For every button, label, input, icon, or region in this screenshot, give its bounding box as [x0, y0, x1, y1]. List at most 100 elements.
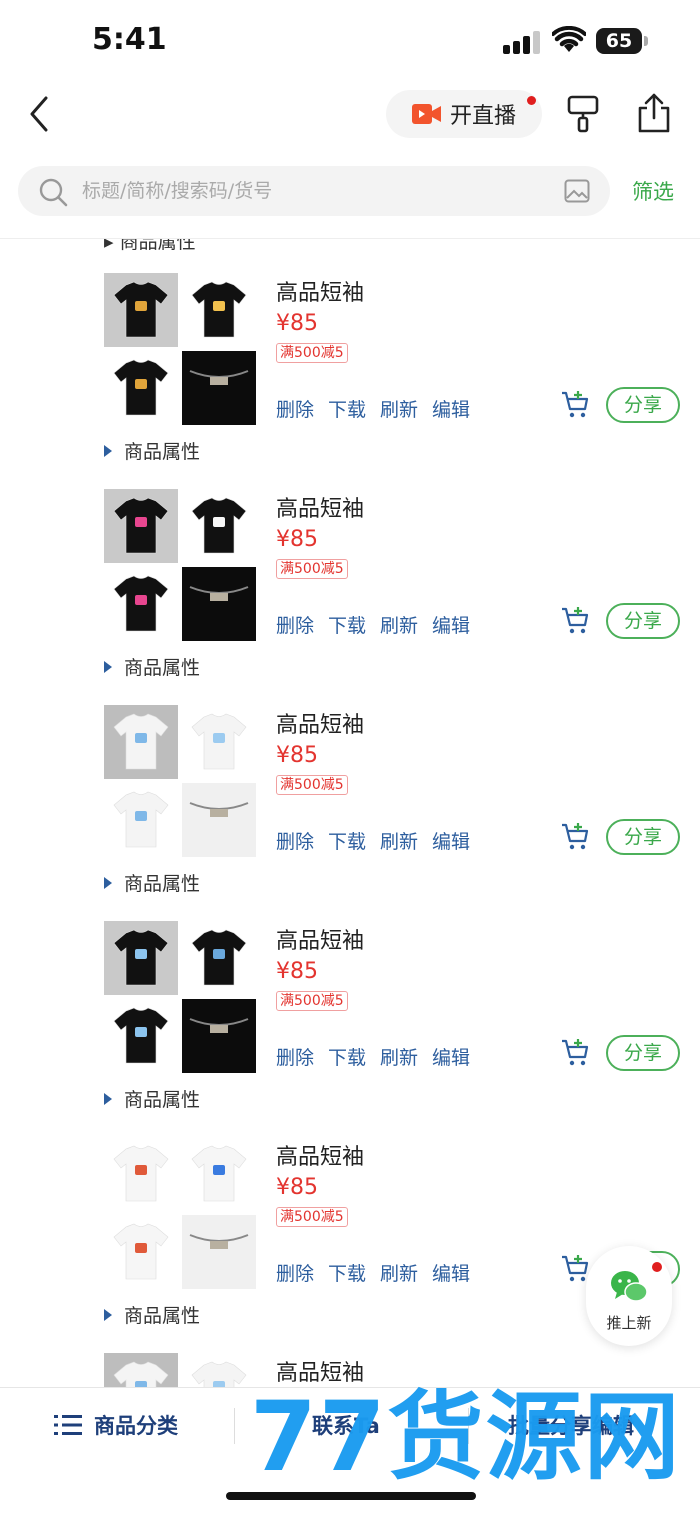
action-link[interactable]: 删除	[276, 1259, 314, 1286]
add-to-cart-icon[interactable]	[560, 389, 590, 419]
action-link[interactable]: 删除	[276, 827, 314, 854]
product-image[interactable]	[182, 783, 256, 857]
promo-badge: 满500减5	[276, 1207, 348, 1227]
action-link[interactable]: 刷新	[380, 395, 418, 422]
product-image[interactable]	[182, 1215, 256, 1289]
filter-button[interactable]: 筛选	[632, 176, 674, 206]
search-box	[18, 166, 610, 216]
battery-level: 65	[596, 28, 642, 54]
promo-badge: 满500减5	[276, 775, 348, 795]
push-new-button[interactable]: 推上新	[586, 1246, 672, 1346]
action-link[interactable]: 下载	[328, 611, 366, 638]
product-image[interactable]	[104, 921, 178, 995]
product-actions: 删除 下载 刷新 编辑	[276, 395, 470, 422]
action-link[interactable]: 刷新	[380, 611, 418, 638]
product-price: ¥85	[276, 1175, 318, 1200]
product-image[interactable]	[182, 705, 256, 779]
action-link[interactable]: 删除	[276, 1043, 314, 1070]
product-image[interactable]	[104, 351, 178, 425]
product-price: ¥85	[276, 959, 318, 984]
product-actions: 删除 下载 刷新 编辑	[276, 1259, 470, 1286]
product-image[interactable]	[104, 489, 178, 563]
product-thumbnails[interactable]	[104, 489, 256, 641]
product-image[interactable]	[104, 999, 178, 1073]
notification-dot	[652, 1262, 662, 1272]
product-actions: 删除 下载 刷新 编辑	[276, 611, 470, 638]
home-indicator	[226, 1492, 476, 1500]
add-to-cart-icon[interactable]	[560, 605, 590, 635]
add-to-cart-icon[interactable]	[560, 821, 590, 851]
search-input[interactable]	[82, 166, 542, 216]
product-image[interactable]	[104, 273, 178, 347]
product-title[interactable]: 高品短袖	[276, 923, 364, 955]
product-thumbnails[interactable]	[104, 1137, 256, 1289]
action-link[interactable]: 删除	[276, 395, 314, 422]
category-tab[interactable]: 商品分类	[54, 1408, 178, 1442]
product-price: ¥85	[276, 527, 318, 552]
action-link[interactable]: 下载	[328, 395, 366, 422]
promo-badge: 满500减5	[276, 343, 348, 363]
product-image[interactable]	[182, 1353, 256, 1387]
action-link[interactable]: 编辑	[432, 827, 470, 854]
search-icon	[39, 178, 68, 207]
paint-brush-icon[interactable]	[566, 94, 600, 134]
product-actions: 删除 下载 刷新 编辑	[276, 827, 470, 854]
product-image[interactable]	[182, 999, 256, 1073]
share-button[interactable]: 分享	[606, 819, 680, 855]
product-image[interactable]	[182, 351, 256, 425]
product-title[interactable]: 高品短袖	[276, 1139, 364, 1171]
action-link[interactable]: 下载	[328, 1043, 366, 1070]
action-link[interactable]: 刷新	[380, 1259, 418, 1286]
product-image[interactable]	[182, 273, 256, 347]
add-to-cart-icon[interactable]	[560, 1037, 590, 1067]
go-live-button[interactable]: 开直播	[386, 90, 542, 138]
share-button[interactable]: 分享	[606, 1035, 680, 1071]
product-image[interactable]	[104, 705, 178, 779]
wechat-icon	[611, 1271, 648, 1302]
promo-badge: 满500减5	[276, 559, 348, 579]
product-image[interactable]	[104, 1215, 178, 1289]
product-card: 高品短袖¥85满500减5删除下载刷新编辑分享商品属性	[0, 239, 700, 463]
action-link[interactable]: 刷新	[380, 1043, 418, 1070]
product-image[interactable]	[104, 1353, 178, 1387]
action-link[interactable]: 编辑	[432, 1043, 470, 1070]
go-live-label: 开直播	[450, 104, 517, 129]
product-image[interactable]	[104, 567, 178, 641]
status-bar: 5:41 65	[0, 0, 700, 80]
product-title[interactable]: 高品短袖	[276, 275, 364, 307]
product-actions: 删除 下载 刷新 编辑	[276, 1043, 470, 1070]
action-link[interactable]: 下载	[328, 827, 366, 854]
add-to-cart-icon[interactable]	[560, 1253, 590, 1283]
back-arrow-icon[interactable]	[22, 92, 62, 136]
share-button[interactable]: 分享	[606, 387, 680, 423]
product-thumbnails[interactable]	[104, 921, 256, 1073]
product-image[interactable]	[104, 783, 178, 857]
action-link[interactable]: 刷新	[380, 827, 418, 854]
action-link[interactable]: 下载	[328, 1259, 366, 1286]
battery-icon: 65	[596, 28, 648, 54]
share-button[interactable]: 分享	[606, 603, 680, 639]
product-image[interactable]	[182, 489, 256, 563]
action-link[interactable]: 编辑	[432, 395, 470, 422]
product-thumbnails[interactable]	[104, 273, 256, 425]
product-image[interactable]	[104, 1137, 178, 1211]
product-image[interactable]	[182, 567, 256, 641]
product-thumbnails[interactable]	[104, 1353, 256, 1387]
action-link[interactable]: 编辑	[432, 611, 470, 638]
share-icon[interactable]	[636, 92, 672, 134]
product-title[interactable]: 高品短袖	[276, 707, 364, 739]
image-search-icon[interactable]	[564, 179, 590, 203]
product-card: 高品短袖¥85满500减5删除下载刷新编辑分享商品属性	[0, 887, 700, 1111]
product-card: 高品短袖¥85满500减5删除下载刷新编辑分享商品属性	[0, 455, 700, 679]
product-list: ▸ 商品属性 高品短袖 ¥85 满500减5 删除 下载 刷新 编辑 分享 商品属性 高品短袖 ¥8…	[0, 239, 700, 1387]
product-thumbnails[interactable]	[104, 705, 256, 857]
action-link[interactable]: 编辑	[432, 1259, 470, 1286]
status-time: 5:41	[92, 22, 167, 57]
product-price: ¥85	[276, 743, 318, 768]
product-title[interactable]: 高品短袖	[276, 491, 364, 523]
category-label: 商品分类	[94, 1414, 178, 1438]
action-link[interactable]: 删除	[276, 611, 314, 638]
cellular-signal-icon	[503, 30, 543, 54]
product-image[interactable]	[182, 1137, 256, 1211]
product-image[interactable]	[182, 921, 256, 995]
